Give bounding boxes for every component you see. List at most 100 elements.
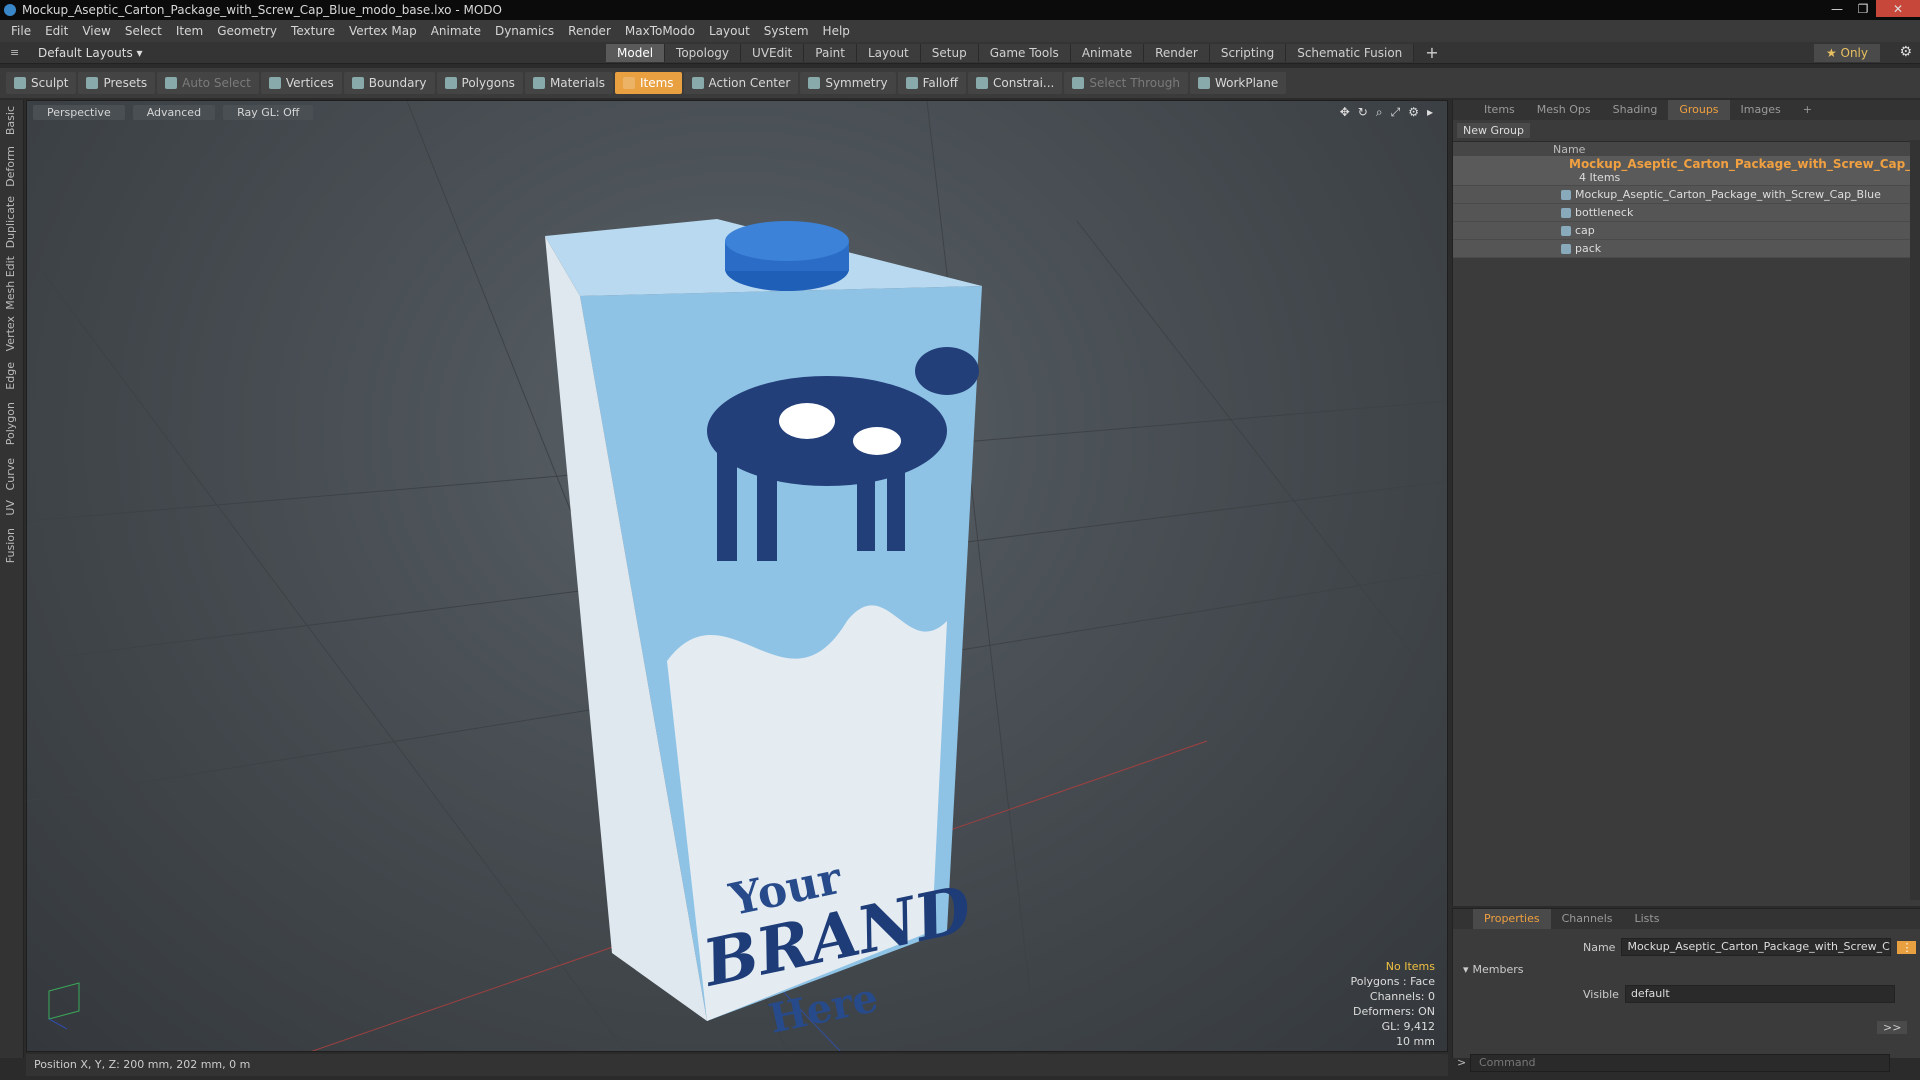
workplane-button[interactable]: WorkPlane	[1189, 72, 1287, 94]
vtab-duplicate[interactable]: Duplicate	[4, 196, 17, 248]
layout-bar: ≡ Default Layouts ▾ Model Topology UVEdi…	[0, 42, 1920, 64]
modo-logo-icon	[4, 4, 16, 16]
tab-mesh-ops[interactable]: Mesh Ops	[1526, 100, 1602, 120]
vtab-edge[interactable]: Edge	[4, 362, 17, 390]
items-button[interactable]: Items	[614, 72, 682, 94]
falloff-icon	[905, 77, 918, 89]
tree-item-cap[interactable]: cap	[1453, 222, 1911, 240]
action-center-button[interactable]: Action Center	[683, 72, 799, 94]
menu-dynamics[interactable]: Dynamics	[488, 24, 561, 38]
menu-render[interactable]: Render	[561, 24, 618, 38]
vtab-uv[interactable]: UV	[4, 500, 17, 516]
menu-edit[interactable]: Edit	[38, 24, 75, 38]
fit-icon[interactable]: ⤢	[1391, 105, 1401, 120]
menu-animate[interactable]: Animate	[424, 24, 488, 38]
menu-select[interactable]: Select	[118, 24, 169, 38]
maximize-icon[interactable]: ❐	[1850, 0, 1876, 17]
options-icon[interactable]: ⋮	[1897, 940, 1917, 954]
rotate-icon[interactable]: ↻	[1358, 105, 1368, 120]
pan-icon[interactable]: ✥	[1340, 105, 1350, 120]
tab-properties[interactable]: Properties	[1473, 909, 1551, 929]
only-button[interactable]: ★ Only	[1813, 44, 1880, 62]
expand-arrow-icon[interactable]: ▸	[1427, 105, 1433, 120]
3d-viewport[interactable]: Your BRAND Here Perspective Advanced Ray…	[26, 100, 1448, 1052]
tab-game-tools[interactable]: Game Tools	[978, 44, 1071, 62]
vtab-vertex[interactable]: Vertex	[4, 316, 17, 351]
menu-maxtomodo[interactable]: MaxToModo	[618, 24, 702, 38]
materials-icon	[532, 77, 545, 89]
more-button[interactable]: >>	[1877, 1021, 1908, 1034]
layout-menu-icon[interactable]: ≡	[10, 46, 19, 59]
presets-button[interactable]: Presets	[78, 72, 156, 94]
menu-vertex-map[interactable]: Vertex Map	[342, 24, 424, 38]
tab-paint[interactable]: Paint	[804, 44, 857, 62]
members-row[interactable]: ▾ Members	[1463, 963, 1524, 976]
visible-label: Visible	[1583, 987, 1619, 1001]
visible-select[interactable]: default	[1624, 985, 1895, 1003]
tab-layout[interactable]: Layout	[856, 44, 921, 62]
minimize-icon[interactable]: —	[1824, 0, 1850, 17]
constrain-button[interactable]: Constrai...	[968, 72, 1063, 94]
layout-dropdown[interactable]: Default Layouts ▾	[38, 46, 143, 60]
view-mode-button[interactable]: Perspective	[33, 105, 125, 120]
vertices-button[interactable]: Vertices	[260, 72, 342, 94]
vtab-mesh-edit[interactable]: Mesh Edit	[4, 256, 17, 310]
locator-icon	[1561, 189, 1571, 200]
tab-render[interactable]: Render	[1144, 44, 1210, 62]
menu-geometry[interactable]: Geometry	[210, 24, 284, 38]
group-row[interactable]: Mockup_Aseptic_Carton_Package_with_Screw…	[1453, 156, 1920, 186]
vtab-fusion[interactable]: Fusion	[4, 528, 17, 563]
tab-images[interactable]: Images	[1730, 100, 1792, 120]
tree-item-pack[interactable]: pack	[1453, 240, 1911, 258]
menu-help[interactable]: Help	[816, 24, 857, 38]
raygl-button[interactable]: Ray GL: Off	[223, 105, 314, 120]
vtab-basic[interactable]: Basic	[4, 106, 17, 135]
boundary-button[interactable]: Boundary	[343, 72, 435, 94]
zoom-icon[interactable]: ⌕	[1376, 105, 1383, 120]
tree-item-mockup[interactable]: Mockup_Aseptic_Carton_Package_with_Screw…	[1453, 186, 1911, 204]
symmetry-button[interactable]: Symmetry	[800, 72, 896, 94]
name-field[interactable]: Mockup_Aseptic_Carton_Package_with_Screw…	[1621, 938, 1892, 956]
viewport-settings-icon[interactable]: ⚙	[1408, 105, 1419, 120]
menu-system[interactable]: System	[757, 24, 816, 38]
add-tab-icon[interactable]: +	[1414, 44, 1449, 62]
tree-item-bottleneck[interactable]: bottleneck	[1453, 204, 1911, 222]
tab-uvedit[interactable]: UVEdit	[741, 44, 805, 62]
tab-items[interactable]: Items	[1473, 100, 1526, 120]
tab-groups[interactable]: Groups	[1668, 100, 1730, 120]
command-input[interactable]: Command	[1470, 1054, 1890, 1072]
menu-file[interactable]: File	[4, 24, 38, 38]
sculpt-button[interactable]: Sculpt	[6, 72, 77, 94]
name-label: Name	[1583, 940, 1616, 954]
auto-select-button[interactable]: Auto Select	[157, 72, 259, 94]
groups-scrollbar[interactable]	[1910, 140, 1920, 900]
tab-lists[interactable]: Lists	[1624, 909, 1671, 929]
menu-view[interactable]: View	[75, 24, 117, 38]
window-title: Mockup_Aseptic_Carton_Package_with_Screw…	[22, 3, 502, 17]
position-readout: Position X, Y, Z: 200 mm, 202 mm, 0 m	[34, 1058, 251, 1071]
materials-button[interactable]: Materials	[524, 72, 613, 94]
shading-mode-button[interactable]: Advanced	[132, 105, 216, 120]
close-icon[interactable]: ✕	[1876, 0, 1920, 17]
tab-scripting[interactable]: Scripting	[1209, 44, 1287, 62]
tab-shading[interactable]: Shading	[1602, 100, 1669, 120]
falloff-button[interactable]: Falloff	[897, 72, 966, 94]
menu-layout[interactable]: Layout	[702, 24, 757, 38]
menu-item[interactable]: Item	[169, 24, 210, 38]
tab-setup[interactable]: Setup	[920, 44, 979, 62]
polygons-button[interactable]: Polygons	[436, 72, 523, 94]
tab-topology[interactable]: Topology	[665, 44, 742, 62]
menu-texture[interactable]: Texture	[284, 24, 342, 38]
tab-channels[interactable]: Channels	[1551, 909, 1624, 929]
tab-model[interactable]: Model	[606, 44, 666, 62]
vtab-deform[interactable]: Deform	[4, 146, 17, 187]
select-through-button[interactable]: Select Through	[1064, 72, 1188, 94]
items-icon	[622, 77, 635, 89]
tab-animate[interactable]: Animate	[1070, 44, 1145, 62]
gear-icon[interactable]: ⚙	[1899, 44, 1912, 60]
vtab-curve[interactable]: Curve	[4, 458, 17, 490]
tab-schematic-fusion[interactable]: Schematic Fusion	[1286, 44, 1415, 62]
add-panel-tab-icon[interactable]: +	[1792, 100, 1823, 120]
vtab-polygon[interactable]: Polygon	[4, 402, 17, 445]
new-group-button[interactable]: New Group	[1457, 123, 1530, 138]
